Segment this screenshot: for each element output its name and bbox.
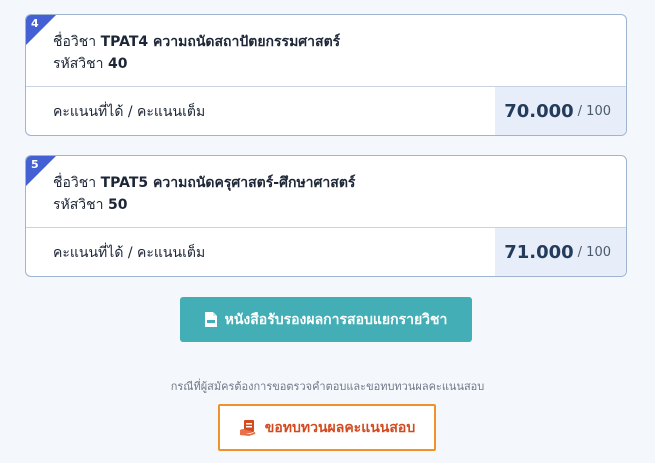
subject-name-prefix: ชื่อวิชา xyxy=(53,175,97,191)
subject-code-value: 40 xyxy=(107,56,128,72)
subject-code: รหัสวิชา 40 xyxy=(53,53,626,75)
review-score-button[interactable]: ขอทบทวนผลคะแนนสอบ xyxy=(218,404,436,451)
certificate-button[interactable]: หนังสือรับรองผลการสอบแยกรายวิชา xyxy=(180,297,472,342)
score-page: 4 ชื่อวิชา TPAT4 ความถนัดสถาปัตยกรรมศาสต… xyxy=(0,0,655,463)
score-value: 71.000 xyxy=(504,241,574,263)
subject-code-prefix: รหัสวิชา xyxy=(53,56,104,72)
subject-card-tpat4: 4 ชื่อวิชา TPAT4 ความถนัดสถาปัตยกรรมศาสต… xyxy=(25,14,627,136)
score-value: 70.000 xyxy=(504,100,574,122)
review-note: กรณีที่ผู้สมัครต้องการขอตรวจคำตอบและขอทบ… xyxy=(170,380,485,393)
score-label: คะแนนที่ได้ / คะแนนเต็ม xyxy=(53,104,206,120)
score-full: / 100 xyxy=(577,244,611,260)
score-label: คะแนนที่ได้ / คะแนนเต็ม xyxy=(53,245,206,261)
subject-name: ชื่อวิชา TPAT5 ความถนัดครุศาสตร์-ศึกษาศา… xyxy=(53,172,626,194)
score-row: คะแนนที่ได้ / คะแนนเต็ม 70.000 / 100 xyxy=(26,87,626,135)
subject-info: ชื่อวิชา TPAT5 ความถนัดครุศาสตร์-ศึกษาศา… xyxy=(26,156,626,228)
subject-code-value: 50 xyxy=(107,197,128,213)
score-box: 71.000 / 100 xyxy=(495,228,626,276)
subject-info: ชื่อวิชา TPAT4 ความถนัดสถาปัตยกรรมศาสตร์… xyxy=(26,15,626,87)
score-box: 70.000 / 100 xyxy=(495,87,626,135)
review-button-label: ขอทบทวนผลคะแนนสอบ xyxy=(264,419,416,436)
certificate-button-label: หนังสือรับรองผลการสอบแยกรายวิชา xyxy=(224,311,448,328)
pdf-file-icon xyxy=(204,312,217,327)
subject-name: ชื่อวิชา TPAT4 ความถนัดสถาปัตยกรรมศาสตร์ xyxy=(53,31,626,53)
subject-code-prefix: รหัสวิชา xyxy=(53,197,104,213)
card-number: 4 xyxy=(31,17,39,30)
subject-name-prefix: ชื่อวิชา xyxy=(53,34,97,50)
score-row: คะแนนที่ได้ / คะแนนเต็ม 71.000 / 100 xyxy=(26,228,626,276)
subject-name-value: TPAT5 ความถนัดครุศาสตร์-ศึกษาศาสตร์ xyxy=(100,175,356,191)
card-number: 5 xyxy=(31,158,39,171)
hand-document-icon xyxy=(239,419,256,436)
subject-name-value: TPAT4 ความถนัดสถาปัตยกรรมศาสตร์ xyxy=(100,34,341,50)
score-full: / 100 xyxy=(577,103,611,119)
subject-card-tpat5: 5 ชื่อวิชา TPAT5 ความถนัดครุศาสตร์-ศึกษา… xyxy=(25,155,627,277)
subject-code: รหัสวิชา 50 xyxy=(53,194,626,216)
